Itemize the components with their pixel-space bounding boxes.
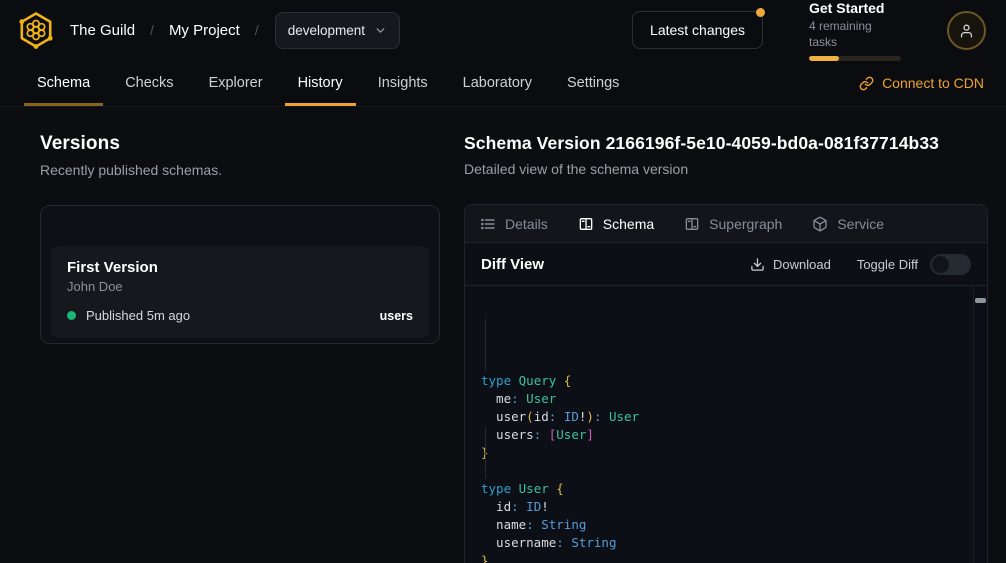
notification-dot [756,8,765,17]
detail-tab-label: Service [837,216,884,232]
versions-subtitle: Recently published schemas. [40,162,440,178]
published-status-dot [67,311,76,320]
breadcrumb-org[interactable]: The Guild [70,22,135,39]
connect-to-cdn-label: Connect to CDN [882,75,984,91]
diff-view-header: Diff View Download Toggle Diff [465,243,987,286]
indent-guide [485,427,486,479]
tab-explorer[interactable]: Explorer [196,60,276,106]
versions-column: Versions Recently published schemas. Fir… [40,133,440,563]
cube-icon [812,216,828,232]
tab-laboratory[interactable]: Laboratory [450,60,545,106]
get-started-title: Get Started [809,0,901,17]
app-header: The Guild / My Project / development Lat… [0,0,1006,60]
toggle-knob [932,256,949,273]
detail-tab-label: Schema [603,216,654,232]
download-button[interactable]: Download [750,257,831,272]
toggle-diff-control: Toggle Diff [857,254,971,275]
detail-tab-label: Details [505,216,548,232]
detail-tab-label: Supergraph [709,216,782,232]
user-icon [958,22,975,39]
latest-changes-label: Latest changes [650,22,745,38]
code-lines: type Query { me: User user(id: ID!): Use… [481,372,957,563]
tab-history[interactable]: History [285,60,356,106]
detail-tab-details[interactable]: Details [480,216,548,232]
latest-changes-button[interactable]: Latest changes [632,11,763,49]
version-card[interactable]: First Version John Doe Published 5m ago … [51,246,429,338]
scrollbar-track[interactable] [973,286,987,563]
schema-version-column: Schema Version 2166196f-5e10-4059-bd0a-0… [464,133,988,563]
hive-logo[interactable] [16,10,56,50]
chevron-down-icon [374,24,387,37]
versions-title: Versions [40,133,440,155]
diff-actions: Download Toggle Diff [750,254,971,275]
diff-view-title: Diff View [481,256,544,273]
toggle-diff-label: Toggle Diff [857,257,918,272]
user-avatar[interactable] [947,11,986,50]
versions-list: First Version John Doe Published 5m ago … [40,205,440,344]
schema-version-title: Schema Version 2166196f-5e10-4059-bd0a-0… [464,133,988,154]
download-icon [750,257,765,272]
link-icon [859,76,874,91]
version-name: First Version [67,259,413,276]
breadcrumb-separator: / [150,22,154,38]
tab-schema[interactable]: Schema [24,60,103,106]
environment-selector[interactable]: development [275,12,400,49]
header-actions: Latest changes Get Started 4 remaining t… [632,0,986,61]
version-status: Published 5m ago [86,308,190,323]
tab-checks[interactable]: Checks [112,60,186,106]
breadcrumb: The Guild / My Project / [70,22,259,39]
detail-tab-schema[interactable]: Schema [578,216,654,232]
code-block: type Query { me: User user(id: ID!): Use… [465,286,987,563]
get-started-subtitle: 4 remaining tasks [809,18,901,50]
list-icon [480,216,496,232]
service-badge: users [380,309,413,323]
hive-logo-icon [16,10,56,50]
version-author: John Doe [67,279,413,294]
scrollbar-thumb[interactable] [975,298,986,303]
detail-tab-service[interactable]: Service [812,216,884,232]
download-label: Download [773,257,831,272]
breadcrumb-separator: / [255,22,259,38]
columns-icon [578,216,594,232]
get-started-widget[interactable]: Get Started 4 remaining tasks [809,0,901,61]
schema-version-subtitle: Detailed view of the schema version [464,161,988,177]
indent-guide [485,319,486,371]
tab-settings[interactable]: Settings [554,60,632,106]
columns-icon [684,216,700,232]
detail-tabs: Details Schema Supergraph Service [465,205,987,243]
progress-fill [809,56,839,61]
environment-selector-value: development [288,23,365,38]
version-meta-row: Published 5m ago users [67,308,413,323]
tab-insights[interactable]: Insights [365,60,441,106]
main-nav: Schema Checks Explorer History Insights … [0,60,1006,107]
connect-to-cdn-button[interactable]: Connect to CDN [859,60,984,106]
schema-version-panel: Details Schema Supergraph Service Diff V… [464,204,988,563]
breadcrumb-project[interactable]: My Project [169,22,240,39]
toggle-diff-switch[interactable] [930,254,971,275]
content: Versions Recently published schemas. Fir… [0,107,1006,563]
detail-tab-supergraph[interactable]: Supergraph [684,216,782,232]
